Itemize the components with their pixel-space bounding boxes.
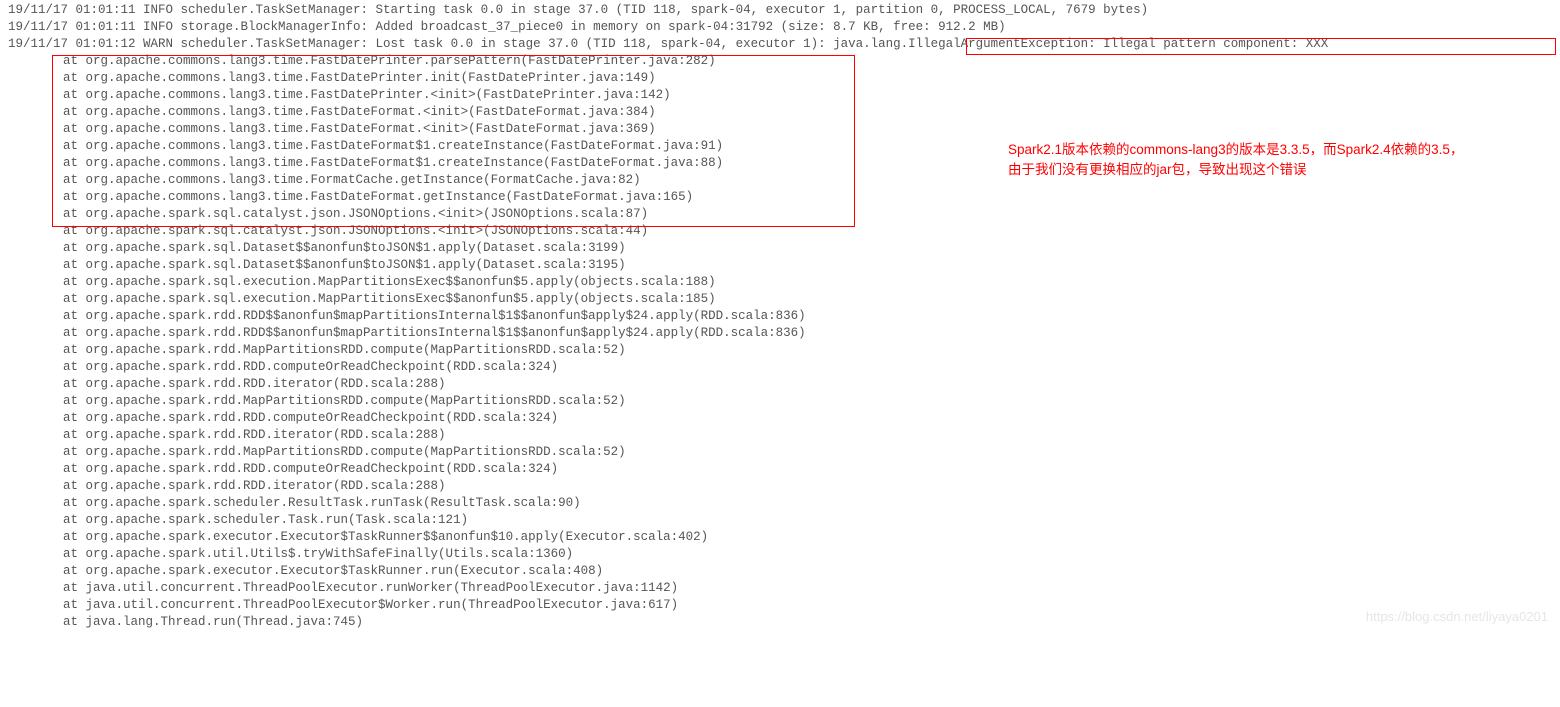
- stack-trace-line: at org.apache.spark.rdd.RDD.iterator(RDD…: [8, 478, 1552, 495]
- annotation-text: Spark2.1版本依赖的commons-lang3的版本是3.3.5，而Spa…: [1008, 140, 1548, 180]
- stack-trace-line: at org.apache.spark.scheduler.Task.run(T…: [8, 512, 1552, 529]
- watermark: https://blog.csdn.net/liyaya0201: [1366, 608, 1548, 625]
- stack-trace-line: at org.apache.spark.rdd.RDD.computeOrRea…: [8, 359, 1552, 376]
- log-line: 19/11/17 01:01:11 INFO storage.BlockMana…: [8, 19, 1552, 36]
- stack-trace-line: at org.apache.spark.rdd.MapPartitionsRDD…: [8, 342, 1552, 359]
- highlight-stacktrace: [52, 55, 855, 227]
- annotation-line: 由于我们没有更换相应的jar包，导致出现这个错误: [1008, 160, 1548, 180]
- stack-trace-line: at org.apache.spark.util.Utils$.tryWithS…: [8, 546, 1552, 563]
- stack-trace-line: at java.util.concurrent.ThreadPoolExecut…: [8, 580, 1552, 597]
- highlight-exception: [966, 38, 1556, 55]
- stack-trace-line: at org.apache.spark.sql.Dataset$$anonfun…: [8, 240, 1552, 257]
- stack-trace-line: at org.apache.spark.rdd.RDD.iterator(RDD…: [8, 376, 1552, 393]
- stack-trace-line: at org.apache.spark.rdd.MapPartitionsRDD…: [8, 393, 1552, 410]
- stack-trace-line: at java.util.concurrent.ThreadPoolExecut…: [8, 597, 1552, 614]
- stack-trace-line: at org.apache.spark.scheduler.ResultTask…: [8, 495, 1552, 512]
- stack-trace-line: at org.apache.spark.rdd.RDD$$anonfun$map…: [8, 308, 1552, 325]
- stack-trace-line: at org.apache.spark.rdd.RDD.computeOrRea…: [8, 410, 1552, 427]
- stack-trace-line: at org.apache.spark.sql.execution.MapPar…: [8, 291, 1552, 308]
- stack-trace-line: at org.apache.spark.rdd.RDD.iterator(RDD…: [8, 427, 1552, 444]
- stack-trace-line: at org.apache.spark.sql.execution.MapPar…: [8, 274, 1552, 291]
- stack-trace-line: at org.apache.spark.executor.Executor$Ta…: [8, 563, 1552, 580]
- stack-trace-line: at org.apache.spark.executor.Executor$Ta…: [8, 529, 1552, 546]
- stack-trace-line: at org.apache.spark.rdd.MapPartitionsRDD…: [8, 444, 1552, 461]
- stack-trace-line: at org.apache.spark.sql.Dataset$$anonfun…: [8, 257, 1552, 274]
- stack-trace-line: at org.apache.spark.rdd.RDD.computeOrRea…: [8, 461, 1552, 478]
- stack-trace-line: at org.apache.spark.rdd.RDD$$anonfun$map…: [8, 325, 1552, 342]
- annotation-line: Spark2.1版本依赖的commons-lang3的版本是3.3.5，而Spa…: [1008, 140, 1548, 160]
- log-line: 19/11/17 01:01:11 INFO scheduler.TaskSet…: [8, 2, 1552, 19]
- stack-trace-line: at java.lang.Thread.run(Thread.java:745): [8, 614, 1552, 631]
